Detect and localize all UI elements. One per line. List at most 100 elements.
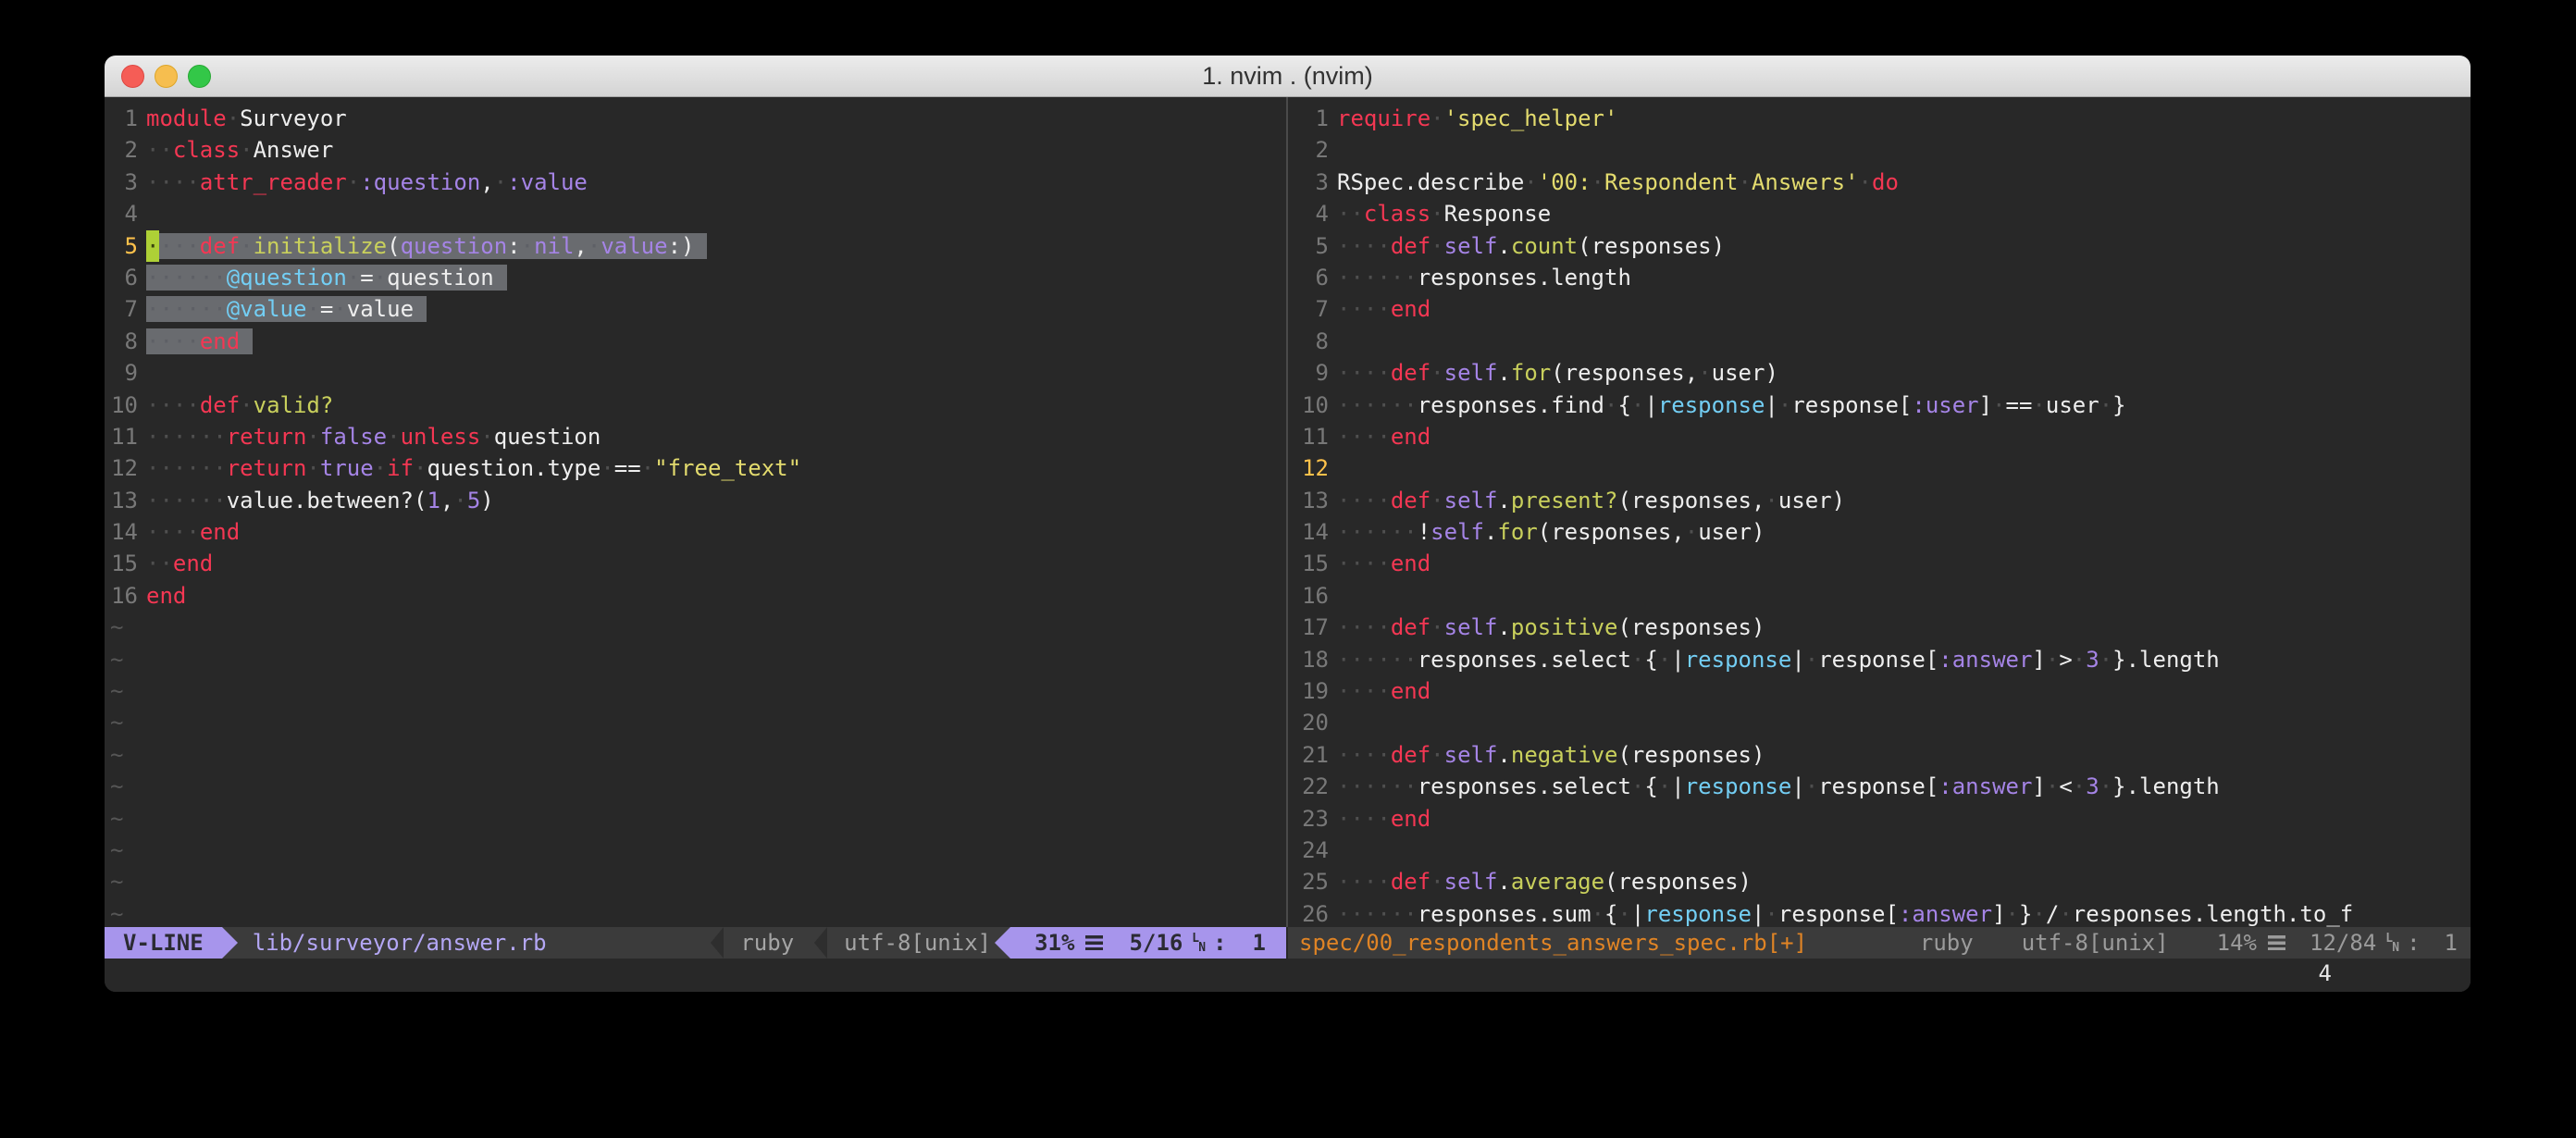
- code-line: 8 ····end: [105, 326, 1286, 357]
- terminal-window: 1. nvim . (nvim) 1module·Surveyor2··clas…: [105, 56, 2471, 992]
- close-button[interactable]: [121, 65, 144, 88]
- active-file-path: lib/surveyor/answer.rb: [253, 930, 547, 956]
- window-title: 1. nvim . (nvim): [1202, 62, 1373, 91]
- code-line: 9····def·self.for(responses,·user): [1295, 357, 2471, 389]
- line-number: 18: [1295, 644, 1329, 675]
- cursor-position-segment: 14% 12/84 LN : 1: [2217, 930, 2458, 956]
- empty-line-tilde: ~: [105, 803, 1286, 835]
- empty-line-tilde: ~: [105, 835, 1286, 866]
- code-line: 7······@value·=·value: [105, 293, 1286, 325]
- line-number: 21: [1295, 739, 1329, 771]
- line-number: 4: [1295, 198, 1329, 229]
- encoding-label: utf-8[unix]: [844, 930, 991, 956]
- code-line: 4: [105, 198, 1286, 229]
- code-line: 15··end: [105, 548, 1286, 579]
- line-number: 11: [1295, 421, 1329, 452]
- code-line: 14····end: [105, 516, 1286, 548]
- line-number: 2: [1295, 134, 1329, 166]
- editor-pane-left[interactable]: 1module·Surveyor2··class·Answer3····attr…: [105, 97, 1286, 927]
- code-line: 3RSpec.describe·'00:·Respondent·Answers'…: [1295, 167, 2471, 198]
- cursor-block: ·: [146, 230, 159, 262]
- line-number: 5: [1295, 230, 1329, 262]
- line-number: 8: [105, 326, 138, 357]
- line-number: 15: [105, 548, 138, 579]
- mode-indicator: V-LINE: [105, 927, 222, 959]
- code-line: 2: [1295, 134, 2471, 166]
- powerline-arrow-icon: [995, 927, 1010, 959]
- empty-line-tilde: ~: [105, 771, 1286, 802]
- line-number: 6: [1295, 262, 1329, 293]
- encoding-label: utf-8[unix]: [2022, 930, 2169, 956]
- filetype-label: ruby: [1920, 930, 1974, 956]
- code-line: 15····end: [1295, 548, 2471, 579]
- code-line: 16end: [105, 580, 1286, 612]
- code-line: 12······return·true·if·question.type·==·…: [105, 452, 1286, 484]
- code-line: 10······responses.find·{·|response|·resp…: [1295, 390, 2471, 421]
- column-number: 1: [1253, 930, 1266, 956]
- menu-icon: [1085, 935, 1103, 950]
- line-number: 7: [1295, 293, 1329, 325]
- code-line: 5····def·initialize(question:·nil,·value…: [105, 230, 1286, 262]
- code-line: 21····def·self.negative(responses): [1295, 739, 2471, 771]
- minimize-button[interactable]: [155, 65, 178, 88]
- line-number: 11: [105, 421, 138, 452]
- code-line: 11······return·false·unless·question: [105, 421, 1286, 452]
- empty-line-tilde: ~: [105, 644, 1286, 675]
- visual-selection: ······@question·=·question: [146, 265, 507, 291]
- code-line: 9: [105, 357, 1286, 389]
- code-line: 6 ······@question·=·question: [105, 262, 1286, 293]
- line-number: 9: [105, 357, 138, 389]
- chevron-left-icon: [711, 927, 724, 959]
- line-number: 4: [105, 198, 138, 229]
- editor-pane-right[interactable]: 1require·'spec_helper'23RSpec.describe·'…: [1288, 97, 2471, 927]
- visual-selection: ····end: [146, 328, 253, 354]
- line-number: 10: [105, 390, 138, 421]
- line-number: 1: [1295, 103, 1329, 134]
- empty-line-tilde: ~: [105, 675, 1286, 707]
- code-line: 16: [1295, 580, 2471, 612]
- code-line: 11····end: [1295, 421, 2471, 452]
- line-number: 13: [105, 485, 138, 516]
- code-line: 19····end: [1295, 675, 2471, 707]
- code-line: 20: [1295, 707, 2471, 738]
- scroll-percent: 14%: [2217, 930, 2257, 956]
- code-line: 1module·Surveyor: [105, 103, 1286, 134]
- line-number: 6: [105, 262, 138, 293]
- code-line: 7····end: [1295, 293, 2471, 325]
- zoom-button[interactable]: [188, 65, 211, 88]
- line-number: 26: [1295, 898, 1329, 927]
- empty-line-tilde: ~: [105, 707, 1286, 738]
- code-area-left: 1module·Surveyor2··class·Answer3····attr…: [105, 97, 1286, 927]
- empty-line-tilde: ~: [105, 898, 1286, 927]
- code-line: 24: [1295, 835, 2471, 866]
- line-number: 7: [105, 293, 138, 325]
- empty-line-tilde: ~: [105, 866, 1286, 897]
- line-number: 8: [1295, 326, 1329, 357]
- line-number: 1: [105, 103, 138, 134]
- code-line: 3····attr_reader·:question,·:value: [105, 167, 1286, 198]
- line-number: 10: [1295, 390, 1329, 421]
- line-number: 3: [1295, 167, 1329, 198]
- line-number: 3: [105, 167, 138, 198]
- line-position: 5/16: [1129, 930, 1183, 956]
- line-number: 9: [1295, 357, 1329, 389]
- visual-selection: ···def·initialize(question:·nil,·value:): [159, 233, 707, 259]
- column-number: 1: [2445, 930, 2458, 956]
- line-number: 13: [1295, 485, 1329, 516]
- code-line: 18······responses.select·{·|response|·re…: [1295, 644, 2471, 675]
- line-number: 16: [1295, 580, 1329, 612]
- code-line: 6······responses.length: [1295, 262, 2471, 293]
- code-line: 17····def·self.positive(responses): [1295, 612, 2471, 643]
- code-line: 22······responses.select·{·|response|·re…: [1295, 771, 2471, 802]
- code-line: 8: [1295, 326, 2471, 357]
- line-number: 22: [1295, 771, 1329, 802]
- code-line: 14······!self.for(responses,·user): [1295, 516, 2471, 548]
- line-number-icon: LN: [1192, 934, 1206, 954]
- pending-command-count: 4: [2319, 959, 2332, 992]
- line-number-icon: LN: [2385, 934, 2399, 954]
- code-line: 4··class·Response: [1295, 198, 2471, 229]
- line-position: 12/84: [2310, 930, 2376, 956]
- code-area-right: 1require·'spec_helper'23RSpec.describe·'…: [1288, 97, 2471, 927]
- window-titlebar[interactable]: 1. nvim . (nvim): [105, 56, 2471, 97]
- statusline-active: V-LINE lib/surveyor/answer.rb ruby utf-8…: [105, 927, 1286, 959]
